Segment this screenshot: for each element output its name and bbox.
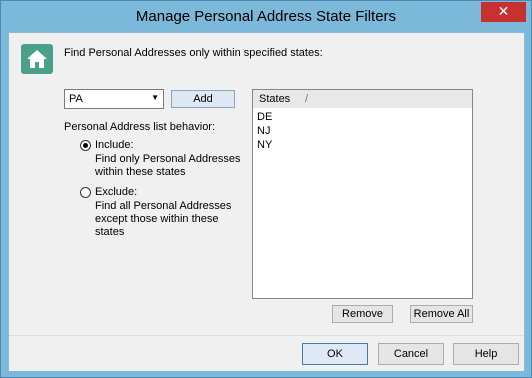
exclude-desc-line: states: [95, 226, 125, 238]
list-item[interactable]: NJ: [257, 125, 270, 137]
button-bar: [9, 335, 524, 371]
exclude-description: Find all Personal Addresses except those…: [95, 200, 255, 239]
behavior-label: Personal Address list behavior:: [64, 121, 216, 133]
include-desc-line: Find only Personal Addresses: [95, 153, 241, 165]
help-button[interactable]: Help: [453, 343, 519, 365]
state-dropdown-value: PA: [69, 93, 83, 105]
dialog-client-area: Find Personal Addresses only within spec…: [8, 32, 525, 371]
states-listbox[interactable]: States / DE NJ NY: [252, 89, 473, 299]
instruction-text: Find Personal Addresses only within spec…: [64, 47, 323, 59]
ok-button[interactable]: OK: [302, 343, 368, 365]
include-description: Find only Personal Addresses within thes…: [95, 153, 255, 179]
close-button[interactable]: ✕: [481, 2, 526, 22]
states-header-label: States: [259, 93, 291, 105]
include-desc-line: within these states: [95, 166, 186, 178]
list-item[interactable]: DE: [257, 111, 272, 123]
exclude-radio[interactable]: [80, 187, 91, 198]
state-dropdown[interactable]: PA ▼: [64, 89, 164, 109]
include-radio[interactable]: [80, 140, 91, 151]
chevron-down-icon: ▼: [151, 93, 159, 102]
title-bar[interactable]: Manage Personal Address State Filters ✕: [1, 1, 531, 32]
exclude-desc-line: Find all Personal Addresses: [95, 200, 232, 212]
column-divider: /: [305, 93, 309, 105]
exclude-desc-line: except those within these: [95, 213, 219, 225]
list-item[interactable]: NY: [257, 139, 272, 151]
cancel-button[interactable]: Cancel: [378, 343, 444, 365]
exclude-label[interactable]: Exclude:: [95, 186, 137, 198]
include-label[interactable]: Include:: [95, 139, 134, 151]
remove-all-button[interactable]: Remove All: [410, 305, 473, 323]
home-icon: [21, 44, 53, 74]
dialog-title: Manage Personal Address State Filters: [135, 8, 397, 25]
dialog-window: Manage Personal Address State Filters ✕ …: [0, 0, 532, 378]
add-button[interactable]: Add: [171, 90, 235, 108]
remove-button[interactable]: Remove: [332, 305, 393, 323]
radio-selected-dot: [83, 143, 88, 148]
states-column-header[interactable]: States /: [253, 90, 472, 108]
